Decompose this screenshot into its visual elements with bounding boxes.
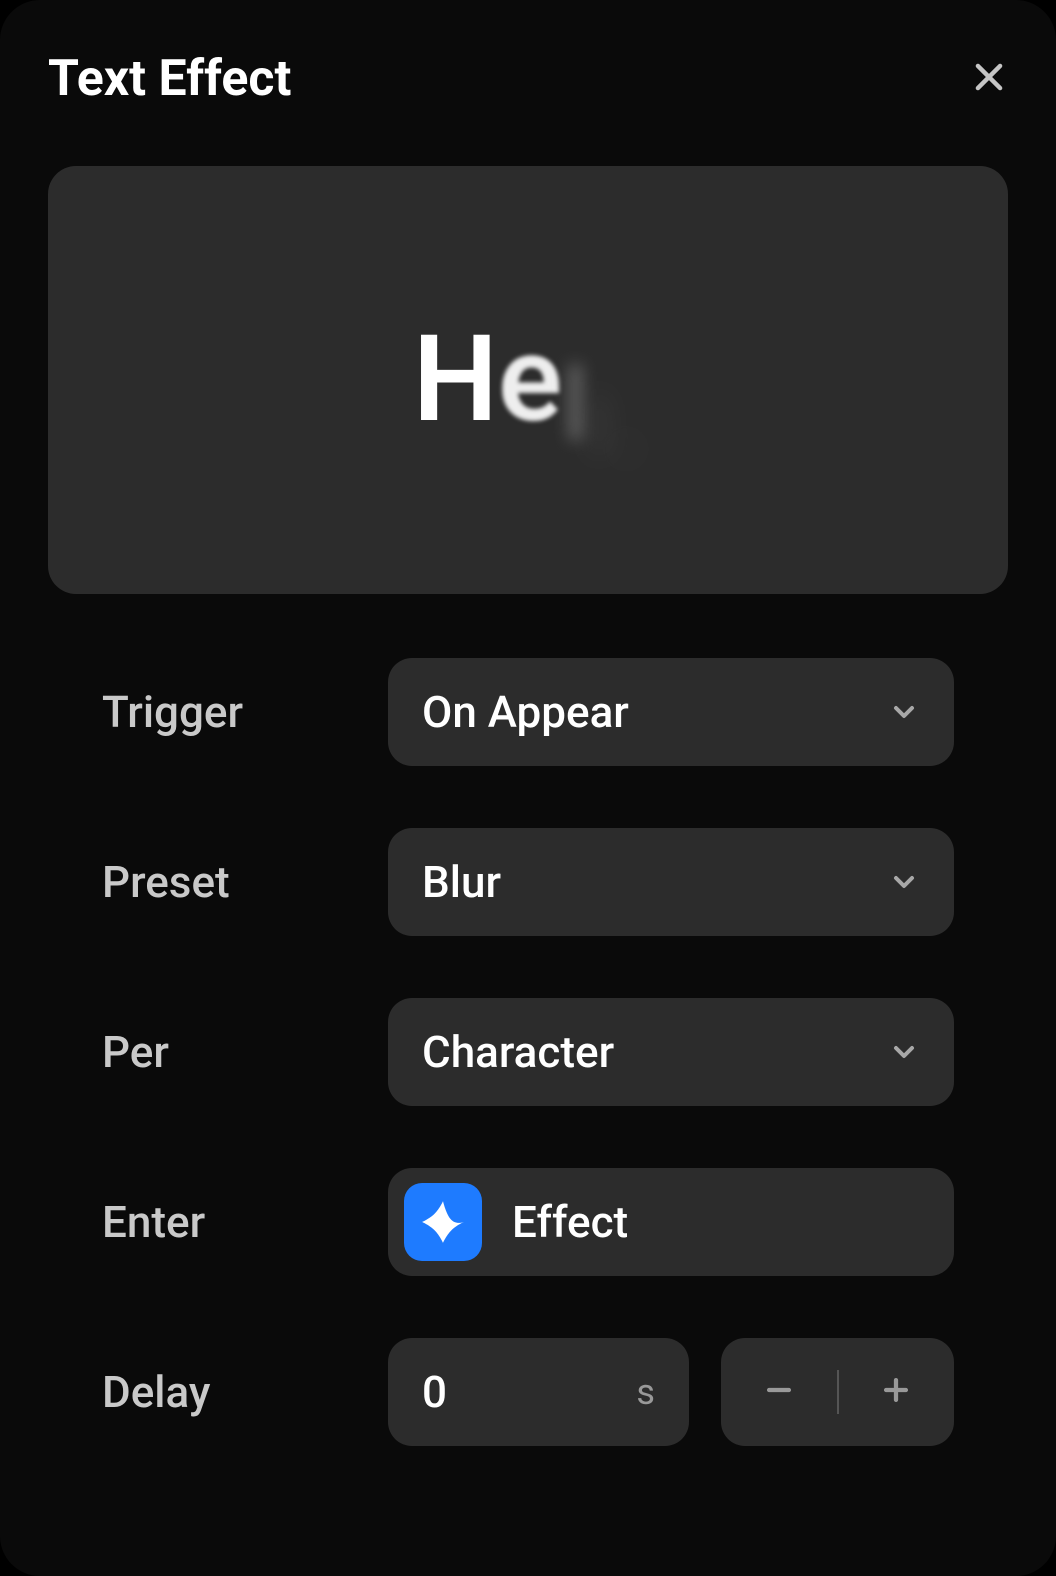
chevron-down-icon [888,1036,920,1068]
delay-stepper [721,1338,954,1446]
minus-icon [762,1373,796,1411]
trigger-value: On Appear [422,686,629,738]
delay-label: Delay [102,1366,388,1418]
per-value: Character [422,1026,614,1078]
enter-value: Effect [512,1196,628,1248]
close-icon [970,58,1008,100]
trigger-label: Trigger [102,686,388,738]
sparkle-icon [404,1183,482,1261]
preset-label: Preset [102,856,388,908]
close-button[interactable] [970,58,1008,100]
trigger-select[interactable]: On Appear [388,658,954,766]
increment-button[interactable] [839,1338,955,1446]
per-row: Per Character [102,998,954,1106]
preset-row: Preset Blur [102,828,954,936]
effect-preview: Hello [48,166,1008,594]
chevron-down-icon [888,866,920,898]
text-effect-panel: Text Effect Hello Trigger On Appear [0,0,1056,1576]
settings-rows: Trigger On Appear Preset Blur [48,658,1008,1446]
per-label: Per [102,1026,388,1078]
panel-title: Text Effect [48,50,291,108]
panel-header: Text Effect [48,50,1008,108]
enter-row: Enter Effect [102,1168,954,1276]
enter-label: Enter [102,1196,388,1248]
delay-input[interactable]: 0 s [388,1338,689,1446]
chevron-down-icon [888,696,920,728]
delay-value: 0 [422,1366,447,1418]
decrement-button[interactable] [721,1338,837,1446]
enter-effect-button[interactable]: Effect [388,1168,954,1276]
delay-unit: s [636,1371,655,1413]
preset-select[interactable]: Blur [388,828,954,936]
per-select[interactable]: Character [388,998,954,1106]
preset-value: Blur [422,856,501,908]
plus-icon [879,1373,913,1411]
trigger-row: Trigger On Appear [102,658,954,766]
delay-row: Delay 0 s [102,1338,954,1446]
preview-text: Hello [413,310,643,450]
